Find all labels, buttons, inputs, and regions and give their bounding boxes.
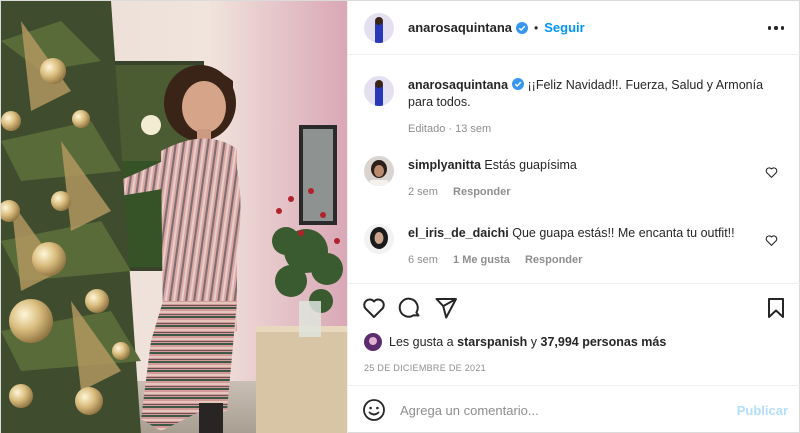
author-username[interactable]: anarosaquintana xyxy=(408,20,512,35)
likes-summary: Les gusta a starspanish y 37,994 persona… xyxy=(364,333,666,351)
comment-icon[interactable] xyxy=(398,296,422,320)
comment-time[interactable]: 2 sem xyxy=(408,186,438,198)
comment-text: Que guapa estás!! Me encanta tu outfit!! xyxy=(512,226,735,240)
reply-button[interactable]: Responder xyxy=(525,254,582,266)
publish-button[interactable]: Publicar xyxy=(737,403,788,418)
post-header: anarosaquintana • Seguir xyxy=(348,1,800,55)
verified-icon xyxy=(512,78,525,90)
comment-time[interactable]: 6 sem xyxy=(408,254,438,266)
commenter-avatar[interactable] xyxy=(364,224,394,254)
author-avatar[interactable] xyxy=(364,12,394,43)
post-actions: Les gusta a starspanish y 37,994 persona… xyxy=(348,283,800,384)
instagram-post: anarosaquintana • Seguir anarosaquintana… xyxy=(0,0,800,433)
comment-username[interactable]: el_iris_de_daichi xyxy=(408,226,509,240)
likes-count[interactable]: 37,994 personas más xyxy=(541,335,667,349)
add-comment-bar: Publicar xyxy=(348,385,800,433)
comment-row: simplyanitta Estás guapísima 2 sem Respo… xyxy=(364,136,788,201)
heart-icon[interactable] xyxy=(362,296,386,320)
comment-row: el_iris_de_daichi Que guapa estás!! Me e… xyxy=(364,204,788,269)
caption-meta: Editado · 13 sem xyxy=(408,123,492,135)
more-horizontal-icon[interactable] xyxy=(766,19,786,37)
post-date[interactable]: 25 DE DICIEMBRE DE 2021 xyxy=(364,363,486,373)
commenter-avatar[interactable] xyxy=(364,156,394,186)
liker-username[interactable]: starspanish xyxy=(457,335,527,349)
follow-button[interactable]: Seguir xyxy=(544,20,584,35)
comment-likes-count[interactable]: 1 Me gusta xyxy=(453,254,510,266)
bookmark-icon[interactable] xyxy=(764,296,788,320)
post-panel: anarosaquintana • Seguir anarosaquintana… xyxy=(347,1,800,433)
caption-avatar[interactable] xyxy=(364,76,394,106)
header-separator: • xyxy=(534,20,539,35)
reply-button[interactable]: Responder xyxy=(453,186,510,198)
liker-avatar[interactable] xyxy=(364,333,382,351)
comment-username[interactable]: simplyanitta xyxy=(408,158,481,172)
comments-section: anarosaquintana ¡¡Feliz Navidad!!. Fuerz… xyxy=(348,56,800,283)
verified-icon xyxy=(516,21,529,34)
post-photo[interactable] xyxy=(1,1,347,433)
comment-input[interactable] xyxy=(400,402,720,418)
likes-conjunction: y xyxy=(530,335,538,349)
caption-username[interactable]: anarosaquintana xyxy=(408,78,508,92)
likes-prefix: Les gusta a xyxy=(389,335,454,349)
emoji-icon[interactable] xyxy=(362,398,386,422)
photo-illustration xyxy=(1,1,347,433)
caption: anarosaquintana ¡¡Feliz Navidad!!. Fuerz… xyxy=(364,56,788,138)
comment-text: Estás guapísima xyxy=(484,158,577,172)
comment-like-icon[interactable] xyxy=(765,234,778,247)
paper-plane-icon[interactable] xyxy=(434,296,458,320)
comment-like-icon[interactable] xyxy=(765,166,778,179)
